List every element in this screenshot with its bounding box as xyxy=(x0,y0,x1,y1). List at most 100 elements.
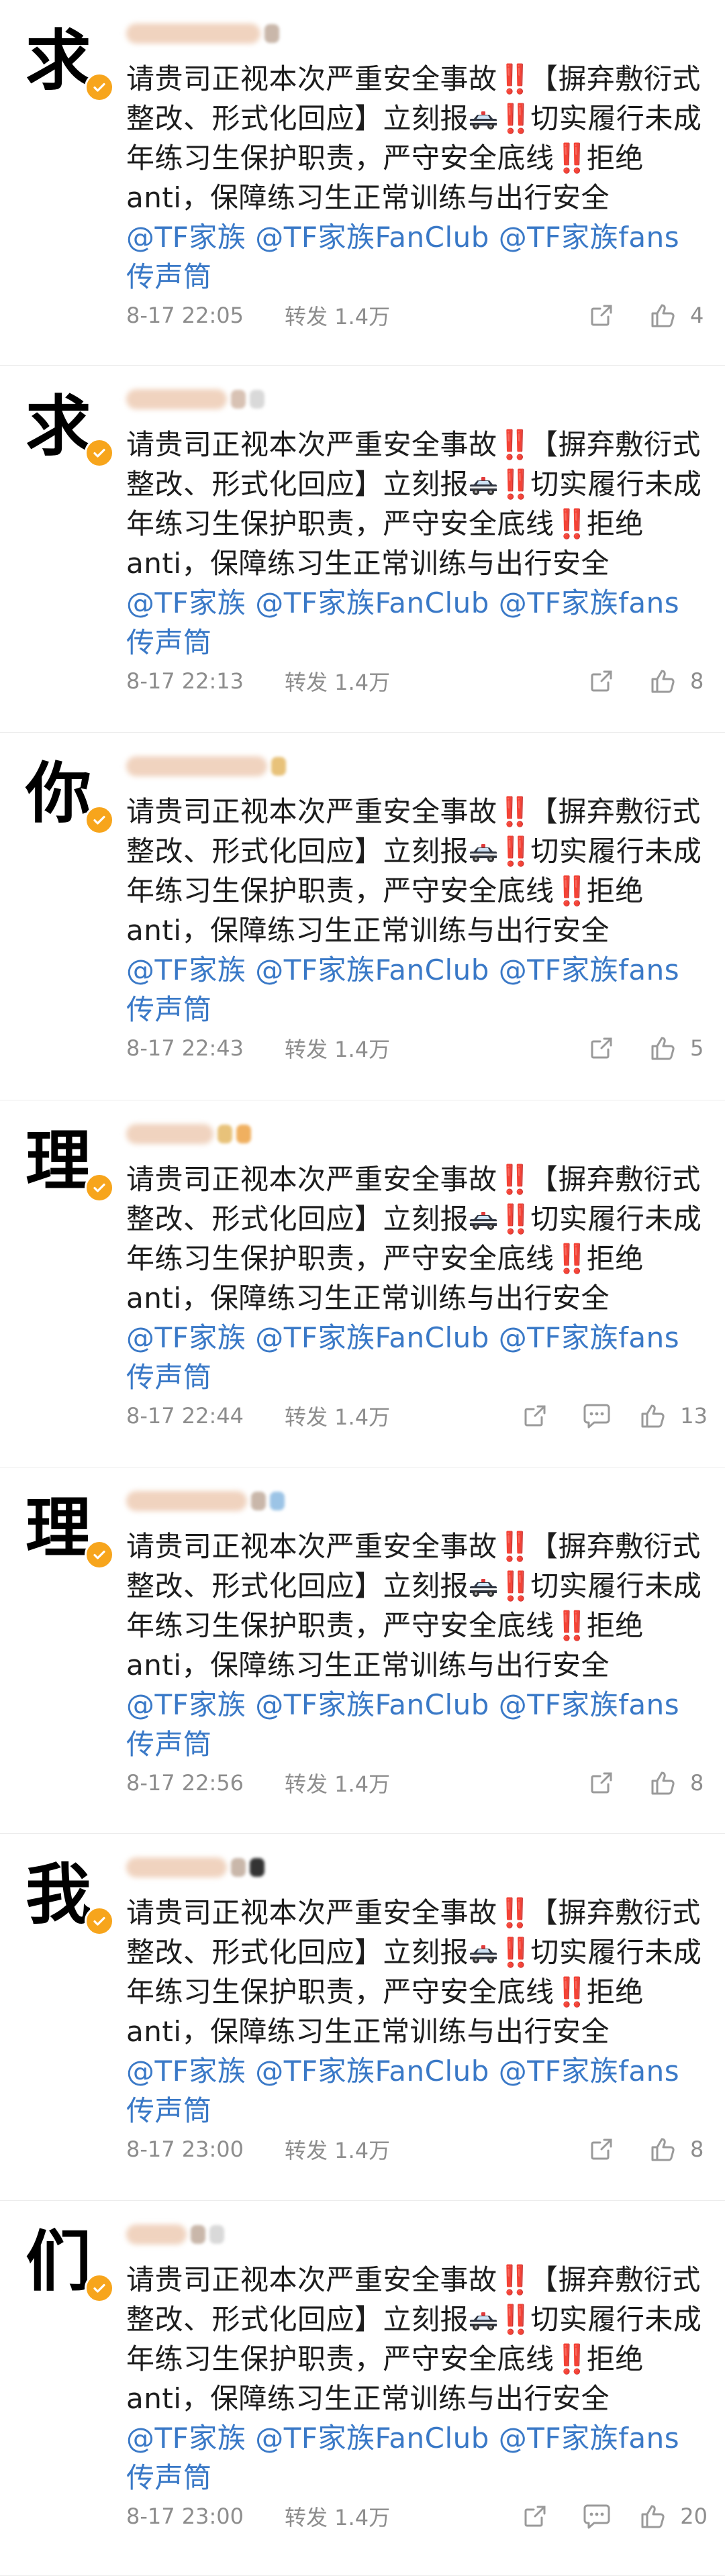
like-icon[interactable] xyxy=(637,2500,669,2532)
mention-link[interactable]: @TF家族 xyxy=(126,2422,246,2455)
like-button[interactable]: 5 xyxy=(647,1032,708,1064)
share-icon[interactable] xyxy=(585,2133,618,2165)
timestamp: 8-17 22:44 xyxy=(126,1403,244,1429)
mention-link[interactable]: @TF家族 xyxy=(126,586,246,619)
username-blurred[interactable] xyxy=(126,382,368,417)
username-emoji-icon xyxy=(231,1858,246,1877)
avatar-character: 理 xyxy=(26,1123,92,1200)
comment-item[interactable]: 我 请贵司正视本次严重安全事故‼️【摒弃敷衍式整改、形式化回应】立刻报 ‼️切实履… xyxy=(0,1834,725,2201)
comment-text: 请贵司正视本次严重安全事故‼️【摒弃敷衍式整改、形式化回应】立刻报 ‼️切实履行未… xyxy=(126,792,704,1029)
comment-icon[interactable] xyxy=(581,2500,613,2532)
action-bar: 8 xyxy=(585,661,708,701)
share-icon[interactable] xyxy=(585,299,618,331)
comment-meta: 8-17 22:44 转发 1.4万 13 xyxy=(126,1396,717,1436)
repost-count[interactable]: 转发 1.4万 xyxy=(285,1400,419,1431)
username-emoji-icon xyxy=(264,24,279,43)
double-exclamation-icon: ‼️ xyxy=(554,142,589,174)
like-button[interactable]: 8 xyxy=(647,665,708,697)
like-button[interactable]: 8 xyxy=(647,1767,708,1799)
avatar[interactable]: 求 xyxy=(17,390,118,491)
repost-count[interactable]: 转发 1.4万 xyxy=(285,2501,419,2532)
body-segment: 请贵司正视本次严重安全事故 xyxy=(126,1896,497,1929)
username-blurred[interactable] xyxy=(126,1117,368,1151)
comment-item[interactable]: 你 请贵司正视本次严重安全事故‼️【摒弃敷衍式整改、形式化回应】立刻报 ‼️切实履… xyxy=(0,733,725,1100)
double-exclamation-icon: ‼️ xyxy=(554,1242,589,1275)
action-bar: 8 xyxy=(585,1763,708,1803)
avatar-character: 们 xyxy=(26,2223,92,2300)
blurred-name xyxy=(126,756,267,776)
avatar-character: 求 xyxy=(26,22,92,99)
like-icon[interactable] xyxy=(647,1767,679,1799)
comment-meta: 8-17 22:13 转发 1.4万 8 xyxy=(126,661,717,701)
username-blurred[interactable] xyxy=(126,1850,368,1885)
like-button[interactable]: 4 xyxy=(647,299,708,331)
double-exclamation-icon: ‼️ xyxy=(554,1609,589,1642)
comment-meta: 8-17 22:56 转发 1.4万 8 xyxy=(126,1763,717,1803)
share-icon[interactable] xyxy=(585,665,618,697)
mention-link[interactable]: @TF家族FanClub xyxy=(255,954,489,986)
like-icon[interactable] xyxy=(647,2133,679,2165)
avatar[interactable]: 理 xyxy=(17,1125,118,1225)
username-blurred[interactable] xyxy=(126,1484,368,1518)
verified-badge-icon xyxy=(85,1906,114,1936)
username-emoji-icon xyxy=(250,1858,264,1877)
verified-badge-icon xyxy=(85,805,114,835)
like-icon[interactable] xyxy=(637,1400,669,1432)
comment-item[interactable]: 们 请贵司正视本次严重安全事故‼️【摒弃敷衍式整改、形式化回应】立刻报 ‼️切实履… xyxy=(0,2201,725,2576)
comment-item[interactable]: 理 请贵司正视本次严重安全事故‼️【摒弃敷衍式整改、形式化回应】立刻报 ‼️切实履… xyxy=(0,1467,725,1834)
comment-meta: 8-17 22:43 转发 1.4万 5 xyxy=(126,1028,717,1068)
mention-link[interactable]: @TF家族 xyxy=(126,221,246,254)
repost-count[interactable]: 转发 1.4万 xyxy=(285,1767,419,1798)
share-icon[interactable] xyxy=(519,1400,551,1432)
like-icon[interactable] xyxy=(647,1032,679,1064)
like-count: 8 xyxy=(690,2136,704,2162)
username-emoji-icon xyxy=(209,2225,224,2244)
repost-count[interactable]: 转发 1.4万 xyxy=(285,2134,419,2165)
mention-link[interactable]: @TF家族 xyxy=(126,1688,246,1721)
double-exclamation-icon: ‼️ xyxy=(497,2263,532,2296)
mention-link[interactable]: @TF家族 xyxy=(126,954,246,986)
repost-count[interactable]: 转发 1.4万 xyxy=(285,666,419,697)
like-button[interactable]: 13 xyxy=(637,1400,708,1432)
police-car-icon xyxy=(469,1569,498,1597)
repost-count[interactable]: 转发 1.4万 xyxy=(285,300,419,331)
mention-link[interactable]: @TF家族FanClub xyxy=(255,1321,489,1354)
blurred-name xyxy=(126,389,227,409)
like-button[interactable]: 20 xyxy=(637,2500,708,2532)
double-exclamation-icon: ‼️ xyxy=(498,2303,533,2336)
share-icon[interactable] xyxy=(519,2500,551,2532)
mention-link[interactable]: @TF家族FanClub xyxy=(255,221,489,254)
body-segment: 请贵司正视本次严重安全事故 xyxy=(126,795,497,828)
verified-badge-icon xyxy=(85,72,114,102)
comment-item[interactable]: 理 请贵司正视本次严重安全事故‼️【摒弃敷衍式整改、形式化回应】立刻报 ‼️切实履… xyxy=(0,1100,725,1467)
like-icon[interactable] xyxy=(647,299,679,331)
share-icon[interactable] xyxy=(585,1767,618,1799)
avatar[interactable]: 我 xyxy=(17,1858,118,1959)
like-icon[interactable] xyxy=(647,665,679,697)
avatar[interactable]: 求 xyxy=(17,24,118,125)
username-emoji-icon xyxy=(271,757,286,776)
comment-item[interactable]: 求 请贵司正视本次严重安全事故‼️【摒弃敷衍式整改、形式化回应】立刻报 ‼️切实履… xyxy=(0,366,725,733)
mention-link[interactable]: @TF家族FanClub xyxy=(255,2422,489,2455)
mention-link[interactable]: @TF家族FanClub xyxy=(255,2055,489,2088)
username-blurred[interactable] xyxy=(126,749,368,784)
double-exclamation-icon: ‼️ xyxy=(497,1896,532,1929)
repost-count[interactable]: 转发 1.4万 xyxy=(285,1033,419,1064)
mention-link[interactable]: @TF家族FanClub xyxy=(255,586,489,619)
mention-link[interactable]: @TF家族 xyxy=(126,1321,246,1354)
avatar[interactable]: 理 xyxy=(17,1492,118,1592)
like-button[interactable]: 8 xyxy=(647,2133,708,2165)
blurred-name xyxy=(126,2224,187,2245)
username-blurred[interactable] xyxy=(126,2217,368,2252)
share-icon[interactable] xyxy=(585,1032,618,1064)
comment-icon[interactable] xyxy=(581,1400,613,1432)
comment-item[interactable]: 求 请贵司正视本次严重安全事故‼️【摒弃敷衍式整改、形式化回应】立刻报 ‼️切实履… xyxy=(0,0,725,366)
mention-link[interactable]: @TF家族 xyxy=(126,2055,246,2088)
avatar[interactable]: 你 xyxy=(17,757,118,858)
police-car-icon xyxy=(469,834,498,862)
avatar[interactable]: 们 xyxy=(17,2225,118,2326)
body-segment: 请贵司正视本次严重安全事故 xyxy=(126,2263,497,2296)
double-exclamation-icon: ‼️ xyxy=(497,1530,532,1563)
username-blurred[interactable] xyxy=(126,16,368,51)
mention-link[interactable]: @TF家族FanClub xyxy=(255,1688,489,1721)
